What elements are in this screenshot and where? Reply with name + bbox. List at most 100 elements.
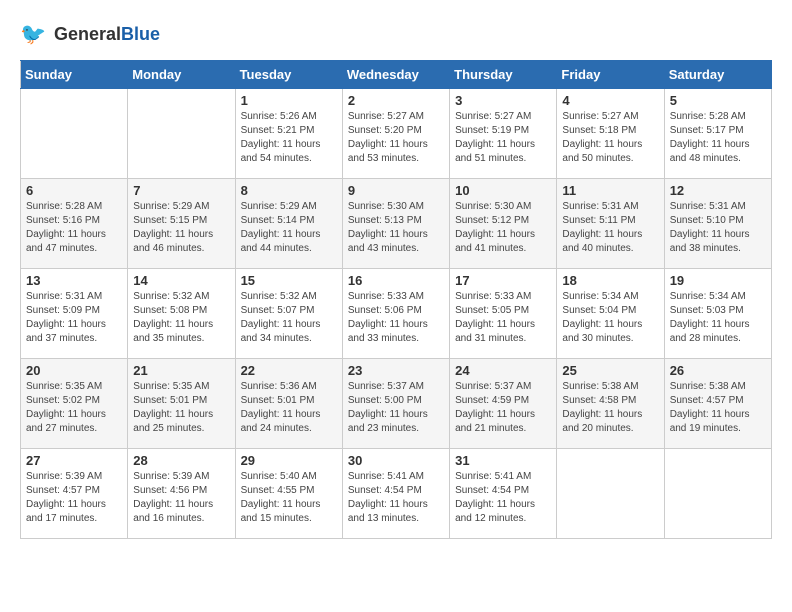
week-row-2: 6Sunrise: 5:28 AMSunset: 5:16 PMDaylight…: [21, 179, 772, 269]
logo-text: GeneralBlue: [54, 25, 160, 45]
day-number: 11: [562, 183, 658, 198]
day-cell: [664, 449, 771, 539]
day-info: Sunrise: 5:36 AMSunset: 5:01 PMDaylight:…: [241, 380, 337, 436]
day-cell: 29 Sunrise: 5:40 AMSunset: 4:55 PMDayligh…: [235, 449, 342, 539]
day-cell: 7 Sunrise: 5:29 AMSunset: 5:15 PMDaylight…: [128, 179, 235, 269]
day-number: 7: [133, 183, 229, 198]
day-info: Sunrise: 5:26 AMSunset: 5:21 PMDaylight:…: [241, 110, 337, 166]
day-number: 4: [562, 93, 658, 108]
day-cell: 28Sunrise: 5:39 AMSunset: 4:56 PMDayligh…: [128, 449, 235, 539]
day-number: 12: [670, 183, 766, 198]
day-cell: 23 Sunrise: 5:37 AMSunset: 5:00 PMDayligh…: [342, 359, 449, 449]
day-number: 28: [133, 453, 229, 468]
day-number: 5: [670, 93, 766, 108]
day-info: Sunrise: 5:41 AMSunset: 4:54 PMDaylight:…: [348, 470, 444, 526]
logo-icon: 🐦: [20, 20, 50, 50]
day-cell: 19 Sunrise: 5:34 AMSunset: 5:03 PMDayligh…: [664, 269, 771, 359]
day-number: 19: [670, 273, 766, 288]
day-info: Sunrise: 5:35 AMSunset: 5:01 PMDaylight:…: [133, 380, 229, 436]
day-number: 3: [455, 93, 551, 108]
week-row-4: 20 Sunrise: 5:35 AMSunset: 5:02 PMDayligh…: [21, 359, 772, 449]
day-cell: 9 Sunrise: 5:30 AMSunset: 5:13 PMDaylight…: [342, 179, 449, 269]
day-cell: 11 Sunrise: 5:31 AMSunset: 5:11 PMDayligh…: [557, 179, 664, 269]
calendar-table: SundayMondayTuesdayWednesdayThursdayFrid…: [20, 60, 772, 539]
day-number: 1: [241, 93, 337, 108]
day-number: 8: [241, 183, 337, 198]
day-cell: 4 Sunrise: 5:27 AMSunset: 5:18 PMDaylight…: [557, 89, 664, 179]
day-number: 20: [26, 363, 122, 378]
day-number: 18: [562, 273, 658, 288]
day-info: Sunrise: 5:37 AMSunset: 4:59 PMDaylight:…: [455, 380, 551, 436]
day-info: Sunrise: 5:30 AMSunset: 5:12 PMDaylight:…: [455, 200, 551, 256]
day-cell: 18 Sunrise: 5:34 AMSunset: 5:04 PMDayligh…: [557, 269, 664, 359]
col-header-sunday: Sunday: [21, 61, 128, 89]
day-info: Sunrise: 5:38 AMSunset: 4:57 PMDaylight:…: [670, 380, 766, 436]
day-info: Sunrise: 5:31 AMSunset: 5:11 PMDaylight:…: [562, 200, 658, 256]
svg-text:🐦: 🐦: [20, 23, 46, 46]
day-number: 17: [455, 273, 551, 288]
day-cell: 1 Sunrise: 5:26 AMSunset: 5:21 PMDaylight…: [235, 89, 342, 179]
day-info: Sunrise: 5:34 AMSunset: 5:04 PMDaylight:…: [562, 290, 658, 346]
day-info: Sunrise: 5:31 AMSunset: 5:10 PMDaylight:…: [670, 200, 766, 256]
day-cell: 15Sunrise: 5:32 AMSunset: 5:07 PMDayligh…: [235, 269, 342, 359]
day-number: 10: [455, 183, 551, 198]
day-number: 2: [348, 93, 444, 108]
day-cell: 31 Sunrise: 5:41 AMSunset: 4:54 PMDayligh…: [450, 449, 557, 539]
day-info: Sunrise: 5:30 AMSunset: 5:13 PMDaylight:…: [348, 200, 444, 256]
day-cell: 2Sunrise: 5:27 AMSunset: 5:20 PMDaylight…: [342, 89, 449, 179]
col-header-wednesday: Wednesday: [342, 61, 449, 89]
day-cell: 3 Sunrise: 5:27 AMSunset: 5:19 PMDaylight…: [450, 89, 557, 179]
day-number: 21: [133, 363, 229, 378]
day-cell: 24 Sunrise: 5:37 AMSunset: 4:59 PMDayligh…: [450, 359, 557, 449]
day-info: Sunrise: 5:40 AMSunset: 4:55 PMDaylight:…: [241, 470, 337, 526]
day-cell: 30 Sunrise: 5:41 AMSunset: 4:54 PMDayligh…: [342, 449, 449, 539]
day-number: 29: [241, 453, 337, 468]
week-row-1: 1 Sunrise: 5:26 AMSunset: 5:21 PMDaylight…: [21, 89, 772, 179]
day-info: Sunrise: 5:37 AMSunset: 5:00 PMDaylight:…: [348, 380, 444, 436]
col-header-friday: Friday: [557, 61, 664, 89]
week-row-5: 27Sunrise: 5:39 AMSunset: 4:57 PMDayligh…: [21, 449, 772, 539]
page-header: 🐦 GeneralBlue: [20, 20, 772, 50]
day-cell: 13Sunrise: 5:31 AMSunset: 5:09 PMDayligh…: [21, 269, 128, 359]
day-number: 25: [562, 363, 658, 378]
day-cell: [21, 89, 128, 179]
day-info: Sunrise: 5:39 AMSunset: 4:57 PMDaylight:…: [26, 470, 122, 526]
day-info: Sunrise: 5:28 AMSunset: 5:16 PMDaylight:…: [26, 200, 122, 256]
day-info: Sunrise: 5:29 AMSunset: 5:15 PMDaylight:…: [133, 200, 229, 256]
day-info: Sunrise: 5:34 AMSunset: 5:03 PMDaylight:…: [670, 290, 766, 346]
day-number: 26: [670, 363, 766, 378]
day-cell: 8 Sunrise: 5:29 AMSunset: 5:14 PMDaylight…: [235, 179, 342, 269]
day-cell: 20 Sunrise: 5:35 AMSunset: 5:02 PMDayligh…: [21, 359, 128, 449]
day-info: Sunrise: 5:38 AMSunset: 4:58 PMDaylight:…: [562, 380, 658, 436]
day-number: 23: [348, 363, 444, 378]
day-info: Sunrise: 5:27 AMSunset: 5:19 PMDaylight:…: [455, 110, 551, 166]
day-cell: 10 Sunrise: 5:30 AMSunset: 5:12 PMDayligh…: [450, 179, 557, 269]
day-info: Sunrise: 5:28 AMSunset: 5:17 PMDaylight:…: [670, 110, 766, 166]
day-number: 16: [348, 273, 444, 288]
logo: 🐦 GeneralBlue: [20, 20, 160, 50]
day-cell: [557, 449, 664, 539]
day-number: 9: [348, 183, 444, 198]
day-cell: 25 Sunrise: 5:38 AMSunset: 4:58 PMDayligh…: [557, 359, 664, 449]
day-number: 13: [26, 273, 122, 288]
day-cell: [128, 89, 235, 179]
day-cell: 14Sunrise: 5:32 AMSunset: 5:08 PMDayligh…: [128, 269, 235, 359]
day-number: 31: [455, 453, 551, 468]
day-info: Sunrise: 5:41 AMSunset: 4:54 PMDaylight:…: [455, 470, 551, 526]
day-cell: 27Sunrise: 5:39 AMSunset: 4:57 PMDayligh…: [21, 449, 128, 539]
day-number: 24: [455, 363, 551, 378]
col-header-tuesday: Tuesday: [235, 61, 342, 89]
day-info: Sunrise: 5:32 AMSunset: 5:07 PMDaylight:…: [241, 290, 337, 346]
day-info: Sunrise: 5:35 AMSunset: 5:02 PMDaylight:…: [26, 380, 122, 436]
day-cell: 6Sunrise: 5:28 AMSunset: 5:16 PMDaylight…: [21, 179, 128, 269]
day-cell: 16 Sunrise: 5:33 AMSunset: 5:06 PMDayligh…: [342, 269, 449, 359]
col-header-monday: Monday: [128, 61, 235, 89]
day-info: Sunrise: 5:32 AMSunset: 5:08 PMDaylight:…: [133, 290, 229, 346]
day-info: Sunrise: 5:29 AMSunset: 5:14 PMDaylight:…: [241, 200, 337, 256]
day-info: Sunrise: 5:33 AMSunset: 5:06 PMDaylight:…: [348, 290, 444, 346]
day-number: 30: [348, 453, 444, 468]
day-info: Sunrise: 5:27 AMSunset: 5:18 PMDaylight:…: [562, 110, 658, 166]
day-cell: 17 Sunrise: 5:33 AMSunset: 5:05 PMDayligh…: [450, 269, 557, 359]
day-cell: 12 Sunrise: 5:31 AMSunset: 5:10 PMDayligh…: [664, 179, 771, 269]
day-info: Sunrise: 5:33 AMSunset: 5:05 PMDaylight:…: [455, 290, 551, 346]
